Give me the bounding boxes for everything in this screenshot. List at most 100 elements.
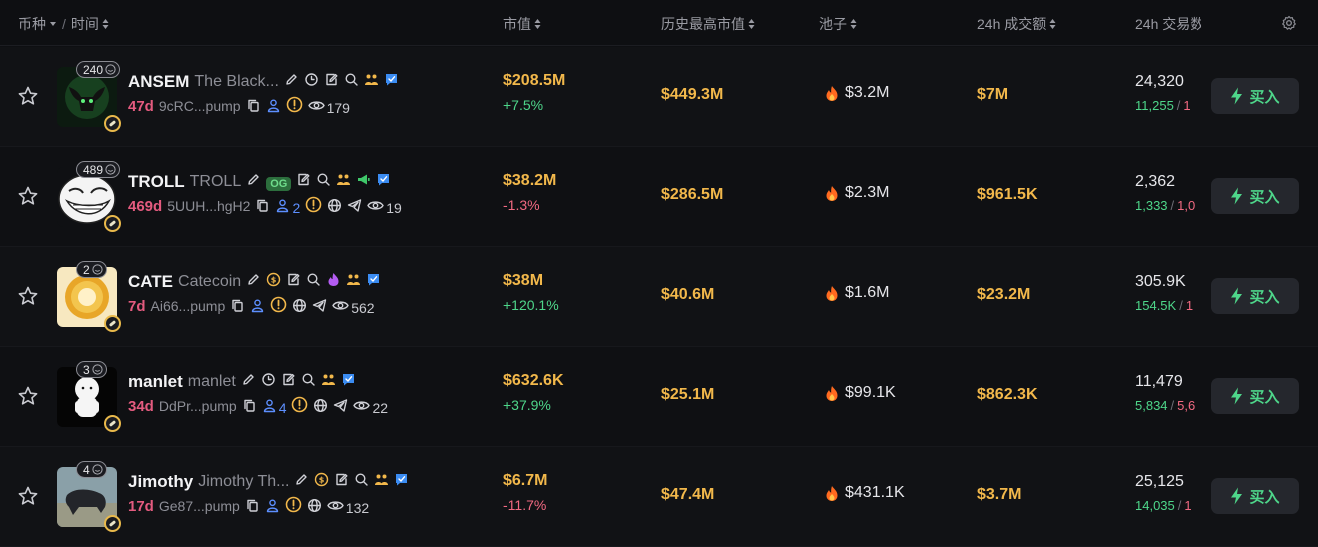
- search-icon[interactable]: [316, 172, 331, 187]
- pencil-icon[interactable]: [294, 472, 309, 487]
- telegram-icon[interactable]: [333, 398, 348, 413]
- token-symbol[interactable]: ANSEM: [128, 72, 189, 92]
- copy-icon[interactable]: [242, 398, 257, 413]
- clock-icon[interactable]: [261, 372, 276, 387]
- search-icon[interactable]: [344, 72, 359, 87]
- buy-button[interactable]: 买入: [1211, 478, 1299, 514]
- contract-address[interactable]: Ai66...pump: [151, 298, 226, 314]
- search-icon[interactable]: [301, 372, 316, 387]
- token-symbol[interactable]: CATE: [128, 272, 173, 292]
- warning-icon[interactable]: [291, 396, 308, 413]
- star-icon[interactable]: [17, 285, 39, 307]
- search-icon[interactable]: [306, 272, 321, 287]
- telegram-icon[interactable]: [312, 298, 327, 313]
- table-row[interactable]: 240 ANSEM The Black... 47d 9cRC...pump 1…: [0, 47, 1318, 147]
- col-mcap-label[interactable]: 市值: [503, 14, 531, 34]
- col-time-label[interactable]: 时间: [71, 14, 99, 34]
- buy-button[interactable]: 买入: [1211, 278, 1299, 314]
- star-icon[interactable]: [17, 485, 39, 507]
- table-row[interactable]: 3 manlet manlet 34d DdPr...pump 4 22 $632…: [0, 347, 1318, 447]
- col-ath[interactable]: 历史最高市值: [661, 14, 755, 34]
- warning-icon[interactable]: [305, 196, 322, 213]
- contract-address[interactable]: Ge87...pump: [159, 498, 240, 514]
- edit-doc-icon[interactable]: [281, 372, 296, 387]
- search-icon[interactable]: [354, 472, 369, 487]
- col-vol[interactable]: 24h 成交额: [977, 14, 1056, 34]
- sort-icon[interactable]: [534, 18, 541, 30]
- col-vol-label[interactable]: 24h 成交额: [977, 14, 1046, 34]
- pencil-icon[interactable]: [246, 272, 261, 287]
- eye-icon[interactable]: [327, 498, 344, 513]
- chat-icon[interactable]: [366, 272, 381, 287]
- user-icon[interactable]: [275, 198, 290, 213]
- telegram-icon[interactable]: [347, 198, 362, 213]
- token-name[interactable]: manlet: [188, 373, 236, 391]
- buy-button[interactable]: 买入: [1211, 78, 1299, 114]
- globe-icon[interactable]: [313, 398, 328, 413]
- globe-icon[interactable]: [292, 298, 307, 313]
- pencil-icon[interactable]: [284, 72, 299, 87]
- globe-icon[interactable]: [327, 198, 342, 213]
- sort-icon[interactable]: [102, 18, 109, 30]
- user-icon[interactable]: [250, 298, 265, 313]
- globe-icon[interactable]: [307, 498, 322, 513]
- col-coin-label[interactable]: 币种: [18, 14, 46, 34]
- user-icon[interactable]: [262, 398, 277, 413]
- pencil-icon[interactable]: [246, 172, 261, 187]
- table-row[interactable]: 4 Jimothy Jimothy Th... $ 17d Ge87...pum…: [0, 447, 1318, 547]
- chat-icon[interactable]: [394, 472, 409, 487]
- copy-icon[interactable]: [245, 498, 260, 513]
- contract-address[interactable]: 9cRC...pump: [159, 98, 241, 114]
- table-row[interactable]: 489 TROLL TROLL OG 469d 5UUH...hgH2 2 19 …: [0, 147, 1318, 247]
- col-txns[interactable]: 24h 交易数: [1135, 14, 1201, 34]
- dollar-coin-icon[interactable]: $: [314, 472, 329, 487]
- star-icon[interactable]: [17, 185, 39, 207]
- buy-button[interactable]: 买入: [1211, 178, 1299, 214]
- star-icon[interactable]: [17, 385, 39, 407]
- caret-down-icon[interactable]: [49, 20, 57, 28]
- eye-icon[interactable]: [353, 398, 371, 413]
- copy-icon[interactable]: [255, 198, 270, 213]
- gear-icon[interactable]: [1281, 15, 1297, 31]
- sort-icon[interactable]: [748, 18, 755, 30]
- edit-doc-icon[interactable]: [296, 172, 311, 187]
- copy-icon[interactable]: [246, 98, 261, 113]
- token-name[interactable]: Jimothy Th...: [198, 473, 289, 491]
- col-pool-label[interactable]: 池子: [819, 14, 847, 34]
- token-name[interactable]: Catecoin: [178, 273, 241, 291]
- col-mcap[interactable]: 市值: [503, 14, 541, 34]
- edit-doc-icon[interactable]: [334, 472, 349, 487]
- contract-address[interactable]: DdPr...pump: [159, 398, 237, 414]
- edit-doc-icon[interactable]: [324, 72, 339, 87]
- edit-doc-icon[interactable]: [286, 272, 301, 287]
- col-ath-label[interactable]: 历史最高市值: [661, 14, 745, 34]
- token-symbol[interactable]: TROLL: [128, 172, 185, 192]
- contract-address[interactable]: 5UUH...hgH2: [167, 198, 250, 214]
- col-pool[interactable]: 池子: [819, 14, 857, 34]
- star-icon[interactable]: [17, 85, 39, 107]
- copy-icon[interactable]: [230, 298, 245, 313]
- token-name[interactable]: The Black...: [194, 73, 278, 91]
- token-name[interactable]: TROLL: [190, 173, 242, 191]
- table-row[interactable]: 2 CATE Catecoin $ 7d Ai66...pump 562 $38…: [0, 247, 1318, 347]
- col-txns-label[interactable]: 24h 交易数: [1135, 14, 1201, 34]
- eye-icon[interactable]: [367, 198, 384, 213]
- dollar-coin-icon[interactable]: $: [266, 272, 281, 287]
- buy-button[interactable]: 买入: [1211, 378, 1299, 414]
- token-symbol[interactable]: Jimothy: [128, 472, 193, 492]
- eye-icon[interactable]: [307, 98, 325, 113]
- col-coin-time[interactable]: 币种 / 时间: [18, 14, 109, 34]
- warning-icon[interactable]: [285, 496, 302, 513]
- token-symbol[interactable]: manlet: [128, 372, 183, 392]
- pencil-icon[interactable]: [241, 372, 256, 387]
- sort-icon[interactable]: [1049, 18, 1056, 30]
- user-icon[interactable]: [266, 98, 281, 113]
- megaphone-icon[interactable]: [356, 172, 371, 187]
- chat-icon[interactable]: [384, 72, 399, 87]
- chat-icon[interactable]: [341, 372, 356, 387]
- chat-icon[interactable]: [376, 172, 391, 187]
- warning-icon[interactable]: [270, 296, 287, 313]
- user-icon[interactable]: [265, 498, 280, 513]
- sort-icon[interactable]: [850, 18, 857, 30]
- eye-icon[interactable]: [332, 298, 349, 313]
